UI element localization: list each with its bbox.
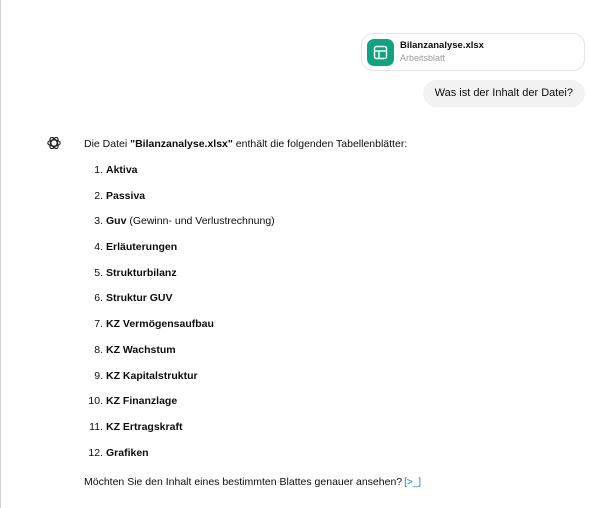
list-item: 12. Grafiken [84,445,574,471]
list-item: 3. Guv (Gewinn- und Verlustrechnung) [84,213,574,239]
sheet-name: KZ Kapitalstruktur [106,369,198,382]
list-item: 1. Aktiva [84,162,574,188]
sheet-name: Erläuterungen [106,241,178,254]
list-item-number: 8. [94,343,103,356]
list-item: 7. KZ Vermögensaufbau [84,316,574,342]
list-item-number: 3. [94,215,103,228]
sheet-name: KZ Wachstum [106,343,176,356]
list-item-number: 5. [94,266,103,279]
list-item-number: 11. [89,420,103,433]
list-item-number: 10. [88,395,103,408]
list-item: 11. KZ Ertragskraft [84,419,574,445]
sheet-name: Strukturbilanz [106,266,177,279]
list-item: 8. KZ Wachstum [84,342,574,368]
sheet-name: Passiva [106,189,146,202]
list-item-number: 6. [94,292,103,305]
attachment-filename: Bilanzanalyse.xlsx [400,40,484,51]
sheet-name: Aktiva [106,164,138,176]
assistant-outro: Möchten Sie den Inhalt eines bestimmten … [84,474,574,491]
sheet-description: (Gewinn- und Verlustrechnung) [126,215,275,228]
assistant-message: Die Datei "Bilanzanalyse.xlsx" enthält d… [84,136,574,491]
sheet-name: Grafiken [106,446,149,459]
sheet-name: Guv [106,215,127,228]
intro-prefix: Die Datei [84,138,131,150]
openai-logo-icon [45,134,63,152]
list-item: 10. KZ Finanzlage [84,393,574,419]
list-item-number: 12. [88,446,103,459]
user-message: Was ist der Inhalt der Datei? [422,80,585,107]
list-item-number: 4. [94,241,103,254]
intro-filename: "Bilanzanalyse.xlsx" [130,138,233,150]
sheet-list: 1. Aktiva 2. Passiva 3. Guv (Gewinn- und Verl… [84,162,574,470]
attachment-type: Arbeitsblatt [400,53,446,63]
list-item: 9. KZ Kapitalstruktur [84,368,574,394]
list-item: 2. Passiva [84,188,574,214]
attachment-card[interactable]: Bilanzanalyse.xlsx Arbeitsblatt [361,33,585,71]
sheet-name: KZ Vermögensaufbau [106,318,214,331]
list-item-number: 9. [94,369,103,382]
intro-suffix: enthält die folgenden Tabellenblätter: [232,138,408,150]
assistant-intro: Die Datei "Bilanzanalyse.xlsx" enthält d… [84,136,574,152]
sheet-name: KZ Ertragskraft [106,420,183,433]
outro-text: Möchten Sie den Inhalt eines bestimmten … [84,476,403,489]
list-item-number: 7. [94,318,103,331]
code-analysis-icon[interactable]: [>_] [404,475,421,491]
window-border [0,0,1,508]
list-item-number: 1. [94,164,103,176]
list-item: 6. Struktur GUV [84,290,574,316]
list-item-number: 2. [94,189,103,202]
sheet-name: Struktur GUV [106,292,173,305]
spreadsheet-icon [367,39,394,66]
list-item: 4. Erläuterungen [84,239,574,265]
list-item: 5. Strukturbilanz [84,265,574,291]
sheet-name: KZ Finanzlage [106,395,178,408]
